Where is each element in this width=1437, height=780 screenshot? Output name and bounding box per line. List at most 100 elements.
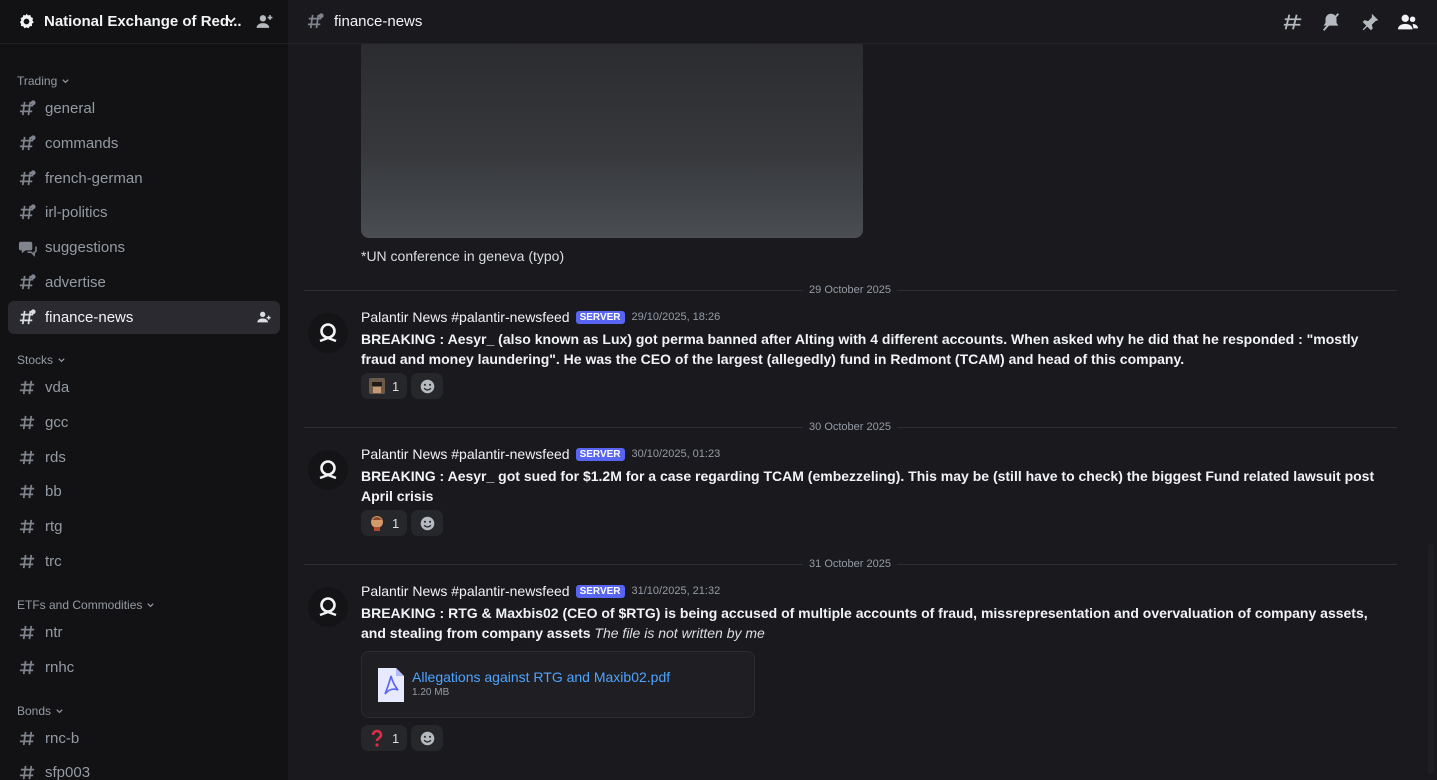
- hash-icon: [19, 554, 35, 569]
- channel-label: rnc-b: [45, 730, 80, 747]
- reaction-count: 1: [392, 730, 400, 746]
- reaction-count: 1: [392, 515, 400, 531]
- channel-finance-news[interactable]: finance-news: [8, 301, 280, 334]
- add-reaction-button[interactable]: [411, 510, 443, 536]
- reactions: 1: [361, 373, 443, 399]
- category-label: ETFs and Commodities: [17, 598, 143, 612]
- thread-icon: [19, 100, 36, 116]
- message-body: BREAKING : Aesyr_ (also known as Lux) go…: [361, 331, 1359, 367]
- channel-gcc[interactable]: gcc: [8, 406, 280, 439]
- mute-icon[interactable]: [1320, 11, 1342, 33]
- message-list: *UN conference in geneva (typo) 29 Octob…: [288, 44, 1425, 780]
- channel-rtg[interactable]: rtg: [8, 510, 280, 543]
- smile-add-icon: [420, 379, 434, 393]
- channel-rds[interactable]: rds: [8, 441, 280, 474]
- channel-ntr[interactable]: ntr: [8, 616, 280, 649]
- hash-icon: [19, 625, 35, 640]
- chevron-down-icon: [147, 602, 155, 607]
- hash-icon: [19, 415, 35, 430]
- channel-french-german[interactable]: french-german: [8, 162, 280, 195]
- thread-icon: [19, 135, 36, 151]
- attachment-size: 1.20 MB: [412, 687, 450, 698]
- add-member-icon[interactable]: [255, 12, 274, 31]
- add-reaction-button[interactable]: [411, 725, 443, 751]
- chevron-down-icon: [56, 708, 63, 713]
- reaction[interactable]: 1: [361, 373, 407, 399]
- thread-icon: [307, 13, 324, 29]
- message-author[interactable]: Palantir News #palantir-newsfeed: [361, 583, 570, 599]
- members-icon[interactable]: [1397, 11, 1419, 33]
- embedded-image[interactable]: [361, 44, 863, 238]
- date-divider-label: 30 October 2025: [803, 421, 897, 433]
- chevron-down-icon: [226, 17, 236, 24]
- reaction[interactable]: 1: [361, 510, 407, 536]
- channel-general[interactable]: general: [8, 92, 280, 125]
- hash-icon: [19, 380, 35, 395]
- message-header: Palantir News #palantir-newsfeed SERVER …: [361, 309, 720, 325]
- channel-label: trc: [45, 553, 62, 570]
- category-bonds[interactable]: Bonds: [17, 704, 64, 718]
- channel-label: rtg: [45, 518, 63, 535]
- attachment-filename[interactable]: Allegations against RTG and Maxib02.pdf: [412, 669, 670, 685]
- palantir-logo-icon: [319, 460, 337, 480]
- forum-icon: [18, 241, 37, 257]
- message-caption: *UN conference in geneva (typo): [361, 248, 565, 264]
- channel-irl-politics[interactable]: irl-politics: [8, 196, 280, 229]
- palantir-logo-icon: [319, 323, 337, 343]
- hash-icon: [19, 731, 35, 746]
- pdf-file-icon: [378, 668, 404, 702]
- channel-trc[interactable]: trc: [8, 545, 280, 578]
- avatar[interactable]: [308, 313, 348, 353]
- channel-label: ntr: [45, 624, 63, 641]
- add-member-icon[interactable]: [256, 309, 272, 325]
- palantir-logo-icon: [319, 597, 337, 617]
- channel-label: bb: [45, 483, 62, 500]
- smile-add-icon: [420, 731, 434, 745]
- message-header: Palantir News #palantir-newsfeed SERVER …: [361, 446, 720, 462]
- smile-add-icon: [420, 516, 434, 530]
- thread-icon: [19, 204, 36, 220]
- server-header[interactable]: National Exchange of Red...: [0, 0, 288, 44]
- channel-rnc-b[interactable]: rnc-b: [8, 722, 280, 755]
- scrollbar[interactable]: [1425, 44, 1437, 780]
- channel-label: finance-news: [45, 309, 134, 326]
- channel-commands[interactable]: commands: [8, 127, 280, 160]
- hash-icon: [19, 450, 35, 465]
- channel-label: suggestions: [45, 239, 126, 256]
- message-body-italic: The file is not written by me: [594, 625, 765, 641]
- hash-icon: [19, 484, 35, 499]
- channel-label: rds: [45, 449, 66, 466]
- channel-advertise[interactable]: advertise: [8, 266, 280, 299]
- category-stocks[interactable]: Stocks: [17, 353, 66, 367]
- channel-vda[interactable]: vda: [8, 371, 280, 404]
- channel-sfp003[interactable]: sfp003: [8, 756, 280, 780]
- channel-label: gcc: [45, 414, 69, 431]
- channel-bb[interactable]: bb: [8, 475, 280, 508]
- category-etfs[interactable]: ETFs and Commodities: [17, 598, 155, 612]
- date-divider-label: 31 October 2025: [803, 558, 897, 570]
- threads-icon[interactable]: [1282, 11, 1304, 33]
- channel-label: sfp003: [45, 764, 91, 780]
- pin-icon[interactable]: [1359, 11, 1381, 33]
- add-reaction-button[interactable]: [411, 373, 443, 399]
- hash-icon: [19, 660, 35, 675]
- server-badge: SERVER: [575, 584, 625, 598]
- file-attachment[interactable]: Allegations against RTG and Maxib02.pdf …: [361, 651, 755, 718]
- message-body: BREAKING : Aesyr_ got sued for $1.2M for…: [361, 468, 1375, 504]
- channel-label: advertise: [45, 274, 106, 291]
- face-emoji-icon: [369, 378, 385, 394]
- thread-icon: [19, 309, 36, 325]
- channel-label: commands: [45, 135, 119, 152]
- avatar[interactable]: [308, 450, 348, 490]
- scrollbar-thumb[interactable]: [1428, 544, 1434, 774]
- message-body: BREAKING : RTG & Maxbis02 (CEO of $RTG) …: [361, 603, 1381, 643]
- channel-suggestions[interactable]: suggestions: [8, 231, 280, 264]
- category-label: Stocks: [17, 353, 54, 367]
- avatar[interactable]: [308, 587, 348, 627]
- category-trading[interactable]: Trading: [17, 74, 70, 88]
- reaction[interactable]: 1: [361, 725, 407, 751]
- category-label: Bonds: [17, 704, 52, 718]
- message-author[interactable]: Palantir News #palantir-newsfeed: [361, 309, 570, 325]
- channel-rnhc[interactable]: rnhc: [8, 651, 280, 684]
- message-author[interactable]: Palantir News #palantir-newsfeed: [361, 446, 570, 462]
